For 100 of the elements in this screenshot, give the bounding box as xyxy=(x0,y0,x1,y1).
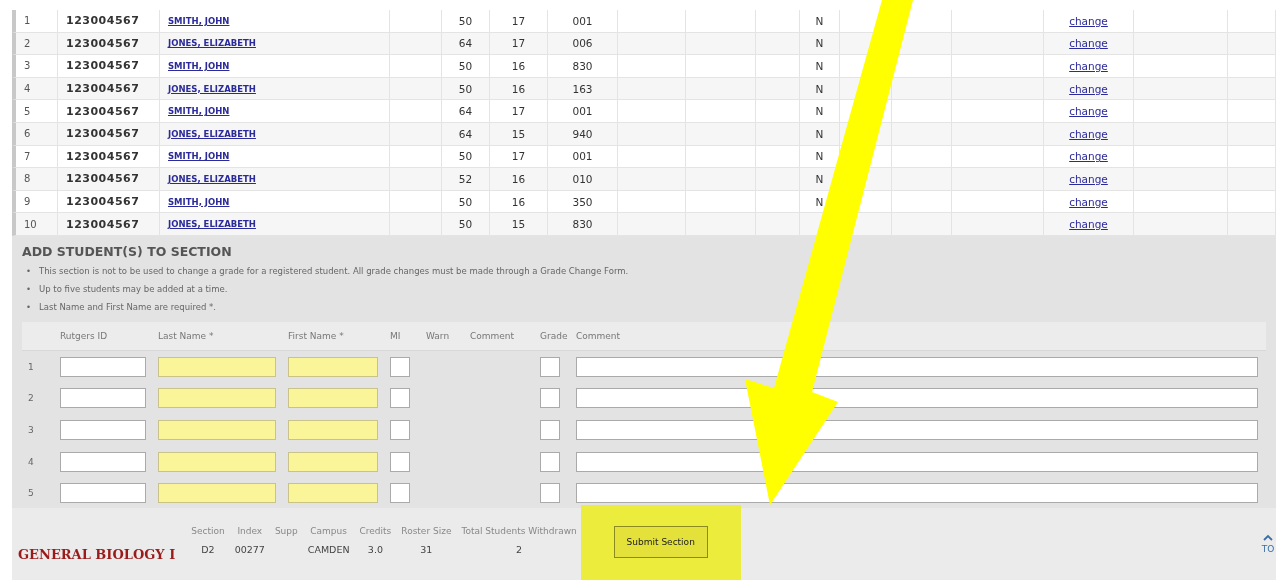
table-cell: 006 xyxy=(548,32,618,55)
input-field[interactable] xyxy=(540,483,560,504)
change-link[interactable]: change xyxy=(1069,218,1108,231)
row-number: 1 xyxy=(27,361,35,372)
input-field[interactable] xyxy=(158,451,276,472)
course-title: GENERAL BIOLOGY I xyxy=(18,547,176,563)
input-field[interactable] xyxy=(390,451,410,472)
input-field[interactable] xyxy=(576,451,1258,472)
student-name-link[interactable]: SMITH, JOHN xyxy=(168,106,230,117)
field-value: 31 xyxy=(420,543,433,555)
row-number: 2 xyxy=(27,393,35,404)
table-cell: 123004567 xyxy=(58,168,160,190)
table-cell: 7 xyxy=(16,145,58,168)
table-cell: N xyxy=(815,37,824,50)
table-cell: 64 xyxy=(442,122,490,145)
change-link[interactable]: change xyxy=(1069,195,1108,208)
table-cell: 17 xyxy=(490,32,548,55)
input-field[interactable] xyxy=(576,356,1258,377)
input-field[interactable] xyxy=(158,419,276,440)
table-cell: 123004567 xyxy=(58,10,160,32)
student-name-link[interactable]: JONES, ELIZABETH xyxy=(168,219,256,230)
input-field[interactable] xyxy=(576,419,1258,440)
table-cell: 10 xyxy=(16,213,58,235)
student-name-link[interactable]: SMITH, JOHN xyxy=(168,15,230,26)
table-cell: 8 xyxy=(16,168,58,190)
table-cell: N xyxy=(815,82,824,95)
input-field[interactable] xyxy=(540,356,560,377)
table-cell: 830 xyxy=(548,55,618,77)
input-field[interactable] xyxy=(158,356,276,377)
input-field[interactable] xyxy=(158,388,276,409)
student-name-link[interactable]: JONES, ELIZABETH xyxy=(168,83,256,94)
student-name-link[interactable]: SMITH, JOHN xyxy=(168,196,230,207)
table-cell: 010 xyxy=(548,168,618,190)
field-label: Total Students Withdrawn xyxy=(461,525,577,536)
student-name-link[interactable]: SMITH, JOHN xyxy=(168,61,230,71)
note-text: Up to five students may be added at a time. xyxy=(39,283,228,294)
table-cell: 123004567 xyxy=(58,32,160,55)
input-field[interactable] xyxy=(390,356,410,377)
table-cell: 4 xyxy=(16,77,58,100)
input-field[interactable] xyxy=(60,388,146,409)
input-field[interactable] xyxy=(576,483,1258,504)
column-header: Grade xyxy=(539,330,569,341)
input-field[interactable] xyxy=(390,388,410,409)
table-cell: 64 xyxy=(442,32,490,55)
table-cell: 9 xyxy=(16,190,58,213)
table-cell: N xyxy=(815,127,824,140)
table-cell: 830 xyxy=(548,213,618,235)
field-label: Supp xyxy=(274,525,298,536)
input-field[interactable] xyxy=(60,356,146,377)
column-header: Comment xyxy=(575,330,622,341)
table-cell: 123004567 xyxy=(58,100,160,122)
table-cell: 50 xyxy=(442,145,490,168)
table-cell: N xyxy=(815,105,824,118)
change-link[interactable]: change xyxy=(1069,127,1108,140)
input-field[interactable] xyxy=(390,483,410,504)
input-field[interactable] xyxy=(288,451,378,472)
input-field[interactable] xyxy=(288,419,378,440)
table-cell: 350 xyxy=(548,190,618,213)
input-field[interactable] xyxy=(60,419,146,440)
change-link[interactable]: change xyxy=(1069,37,1108,50)
field-label: Section xyxy=(191,525,225,536)
input-field[interactable] xyxy=(60,483,146,504)
top-link[interactable]: TO xyxy=(1260,507,1276,580)
input-field[interactable] xyxy=(288,356,378,377)
change-link[interactable]: change xyxy=(1069,150,1108,163)
change-link[interactable]: change xyxy=(1069,105,1108,118)
input-field[interactable] xyxy=(540,451,560,472)
input-field[interactable] xyxy=(288,388,378,409)
table-cell: 163 xyxy=(548,77,618,100)
input-field[interactable] xyxy=(288,483,378,504)
student-name-link[interactable]: SMITH, JOHN xyxy=(168,151,230,162)
input-field[interactable] xyxy=(540,419,560,440)
column-header: Rutgers ID xyxy=(59,330,109,341)
field-label: Index xyxy=(237,525,263,536)
student-name-link[interactable]: JONES, ELIZABETH xyxy=(168,38,256,49)
table-cell: 123004567 xyxy=(58,190,160,213)
note-text: Last Name and First Name are required *. xyxy=(39,301,216,312)
change-link[interactable]: change xyxy=(1069,14,1108,27)
table-cell: 001 xyxy=(548,145,618,168)
input-field[interactable] xyxy=(390,419,410,440)
table-cell: 1 xyxy=(16,10,58,32)
student-name-link[interactable]: JONES, ELIZABETH xyxy=(168,128,256,139)
table-cell: 123004567 xyxy=(58,145,160,168)
input-field[interactable] xyxy=(540,388,560,409)
input-field[interactable] xyxy=(60,451,146,472)
student-name-link[interactable]: JONES, ELIZABETH xyxy=(168,173,256,184)
field-value: CAMDEN xyxy=(307,543,350,555)
submit-button[interactable]: Submit Section xyxy=(613,526,708,559)
table-cell: 001 xyxy=(548,100,618,122)
table-cell: 17 xyxy=(490,145,548,168)
field-label: Credits xyxy=(359,525,392,536)
change-link[interactable]: change xyxy=(1069,172,1108,185)
table-cell: 50 xyxy=(442,190,490,213)
change-link[interactable]: change xyxy=(1069,82,1108,95)
table-cell: 50 xyxy=(442,10,490,32)
input-field[interactable] xyxy=(158,483,276,504)
table-cell: N xyxy=(815,195,824,208)
table-cell: 940 xyxy=(548,122,618,145)
column-header: Warn xyxy=(425,330,451,341)
change-link[interactable]: change xyxy=(1069,60,1108,72)
